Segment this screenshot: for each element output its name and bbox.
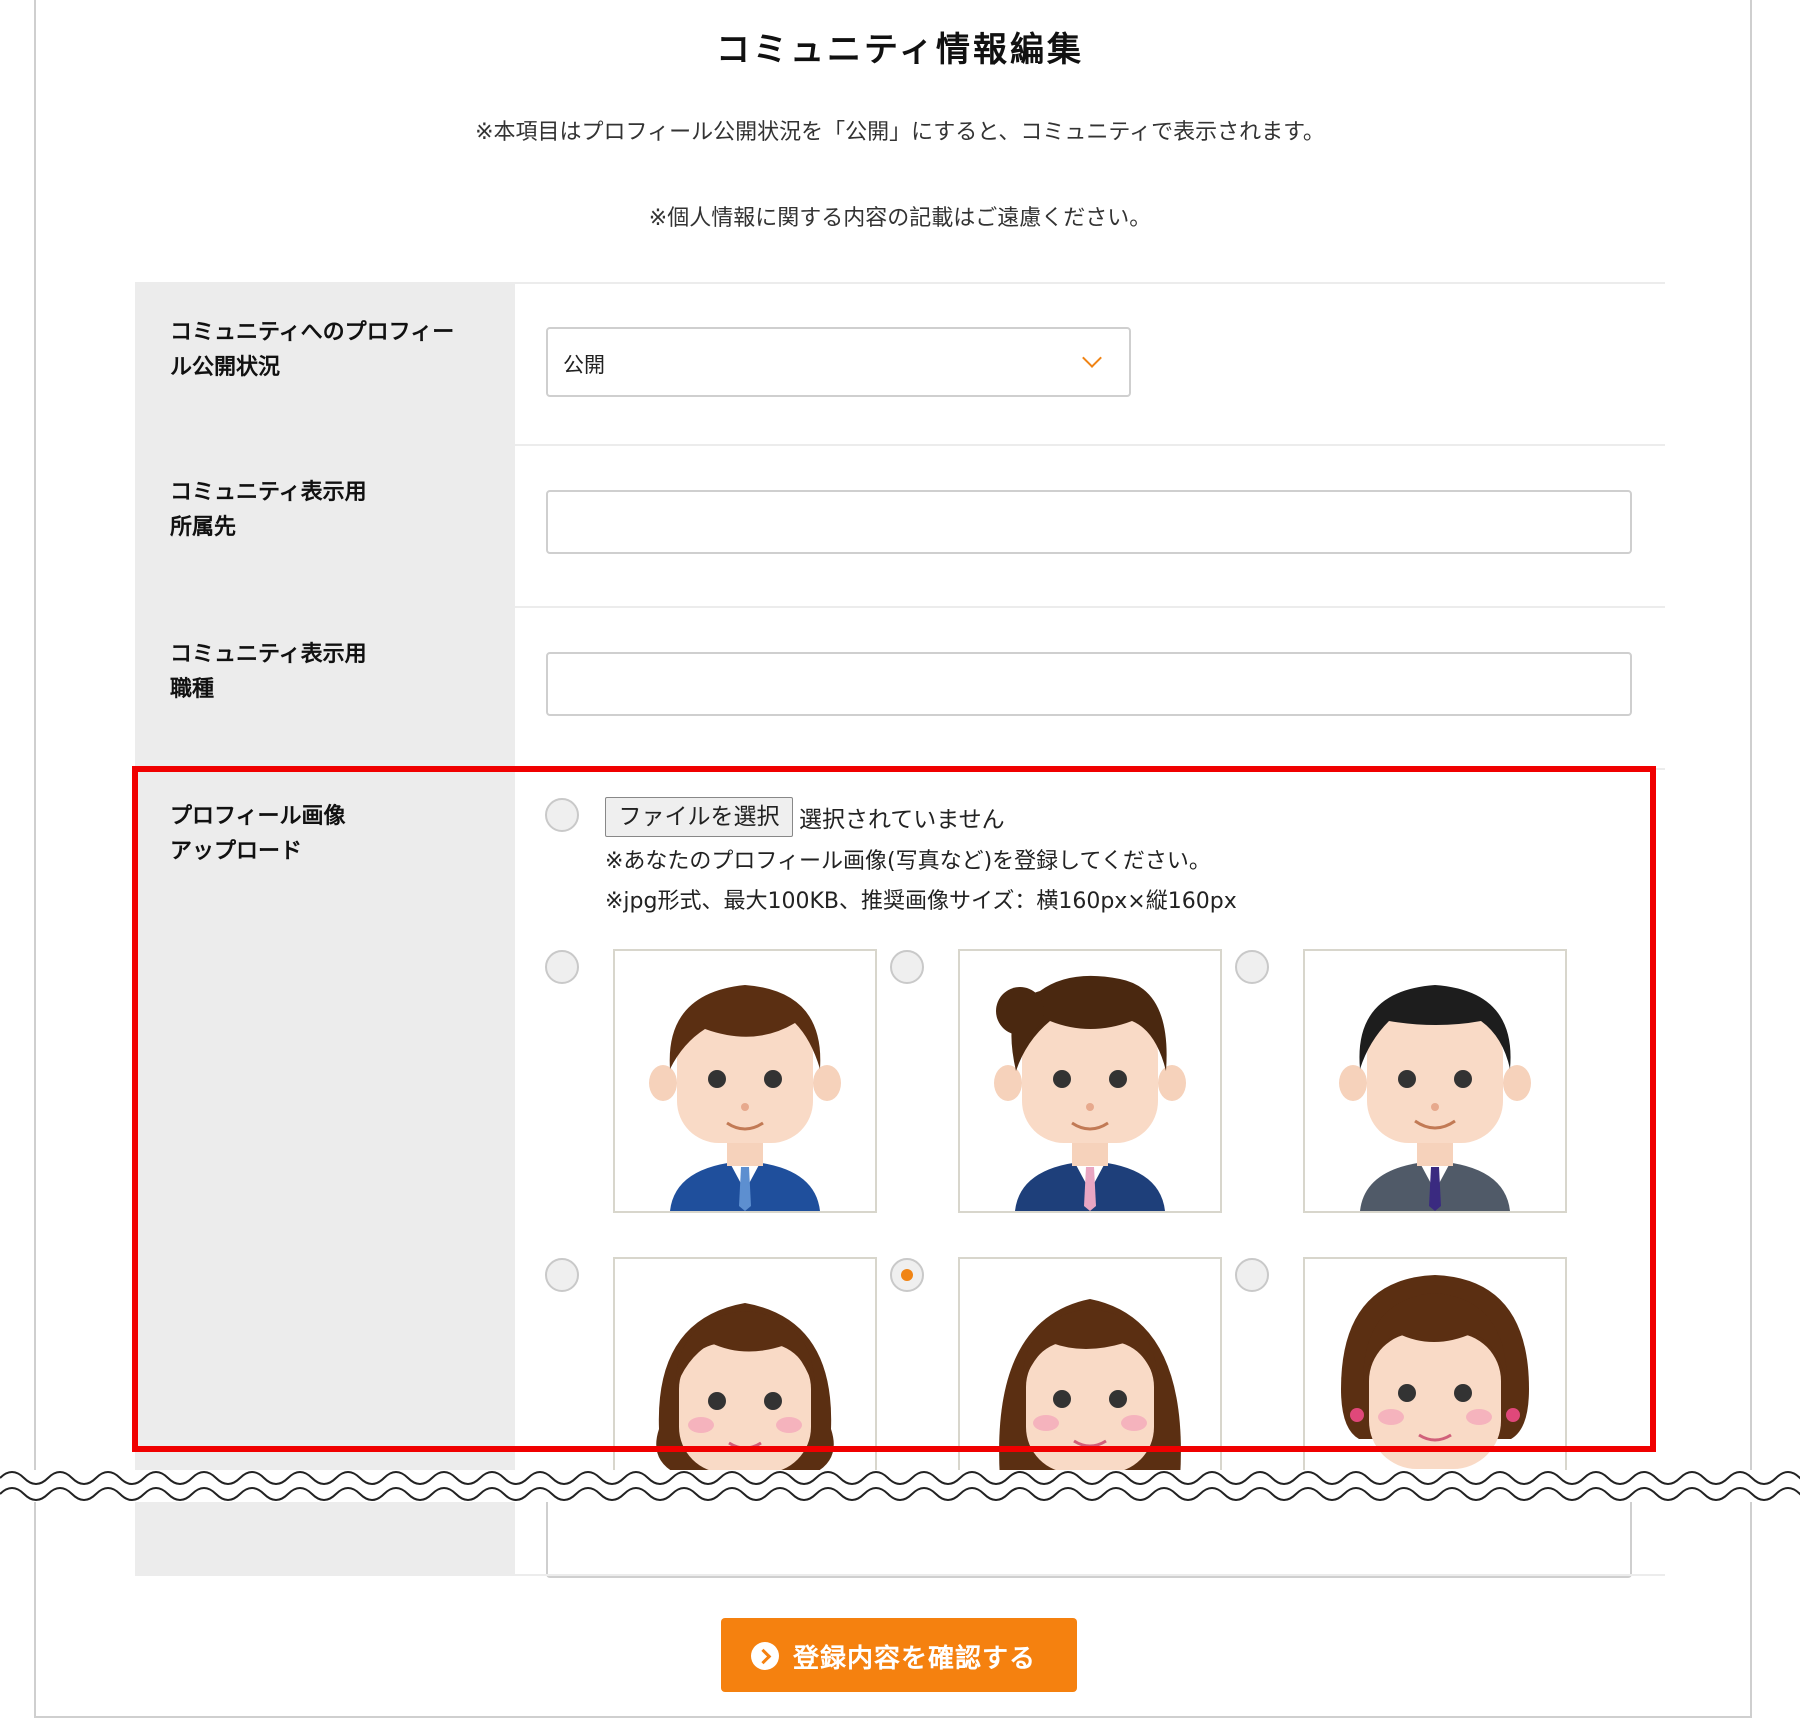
radio-upload[interactable] xyxy=(545,798,579,832)
radio-avatar-male-1[interactable] xyxy=(545,950,579,984)
profile-image-label-line1: プロフィール画像 xyxy=(170,804,346,829)
occupation-input[interactable] xyxy=(546,652,1632,716)
profile-image-label-line2: アップロード xyxy=(170,839,303,864)
form-row-occupation: コミュニティ表示用 職種 xyxy=(135,606,1665,768)
female-avatar-icon xyxy=(1341,1275,1529,1469)
occupation-label-line2: 職種 xyxy=(170,677,215,702)
male-avatar-icon xyxy=(994,975,1186,1211)
avatar-female-2[interactable] xyxy=(958,1257,1222,1477)
female-avatar-icon xyxy=(656,1303,834,1473)
avatar-female-3[interactable] xyxy=(1303,1257,1567,1477)
confirm-submit-button[interactable]: 登録内容を確認する xyxy=(721,1618,1077,1692)
page-title: コミュニティ情報編集 xyxy=(716,30,1084,70)
form-row-visibility: コミュニティへのプロフィー ル公開状況 公開 xyxy=(135,282,1665,444)
confirm-submit-label: 登録内容を確認する xyxy=(793,1644,1037,1674)
chevron-right-icon xyxy=(751,1642,779,1670)
radio-avatar-female-1[interactable] xyxy=(545,1258,579,1292)
chevron-down-icon xyxy=(1082,348,1102,368)
notice-visibility: ※本項目はプロフィール公開状況を「公開」にすると、コミュニティで表示されます。 xyxy=(475,120,1325,145)
label-cell: プロフィール画像 アップロード xyxy=(135,770,515,1576)
affiliation-label-line1: コミュニティ表示用 xyxy=(170,480,367,505)
notice-privacy: ※個人情報に関する内容の記載はご遠慮ください。 xyxy=(648,206,1152,231)
visibility-label-line1: コミュニティへのプロフィー xyxy=(170,320,455,345)
file-status: 選択されていません xyxy=(799,807,1005,833)
avatar-male-2[interactable] xyxy=(958,949,1222,1213)
female-avatar-icon xyxy=(999,1299,1181,1477)
label-cell: コミュニティへのプロフィー ル公開状況 xyxy=(135,284,515,444)
male-avatar-icon xyxy=(649,985,841,1211)
avatar-male-1[interactable] xyxy=(613,949,877,1213)
file-select-button[interactable]: ファイルを選択 xyxy=(605,797,793,837)
upload-hint: ※あなたのプロフィール画像(写真など)を登録してください。 xyxy=(605,849,1211,874)
radio-avatar-female-2[interactable] xyxy=(890,1258,924,1292)
visibility-select[interactable]: 公開 xyxy=(546,327,1131,397)
visibility-label-line2: ル公開状況 xyxy=(170,355,281,380)
male-avatar-icon xyxy=(1339,985,1531,1211)
label-cell: コミュニティ表示用 職種 xyxy=(135,608,515,768)
radio-avatar-male-3[interactable] xyxy=(1235,950,1269,984)
row-divider xyxy=(135,1574,1665,1576)
cut-wave-divider xyxy=(0,1470,1800,1502)
label-cell: コミュニティ表示用 所属先 xyxy=(135,446,515,606)
radio-avatar-female-3[interactable] xyxy=(1235,1258,1269,1292)
affiliation-label-line2: 所属先 xyxy=(170,515,237,540)
upload-format-hint: ※jpg形式、最大100KB、推奨画像サイズ：横160px×縦160px xyxy=(605,889,1237,914)
radio-avatar-male-2[interactable] xyxy=(890,950,924,984)
form-row-profile-image: プロフィール画像 アップロード ファイルを選択 選択されていません ※あなたのプ… xyxy=(135,768,1665,1578)
avatar-female-1[interactable] xyxy=(613,1257,877,1477)
affiliation-input[interactable] xyxy=(546,490,1632,554)
form-row-affiliation: コミュニティ表示用 所属先 xyxy=(135,444,1665,606)
avatar-male-3[interactable] xyxy=(1303,949,1567,1213)
visibility-select-value: 公開 xyxy=(563,353,605,377)
occupation-label-line1: コミュニティ表示用 xyxy=(170,642,367,667)
